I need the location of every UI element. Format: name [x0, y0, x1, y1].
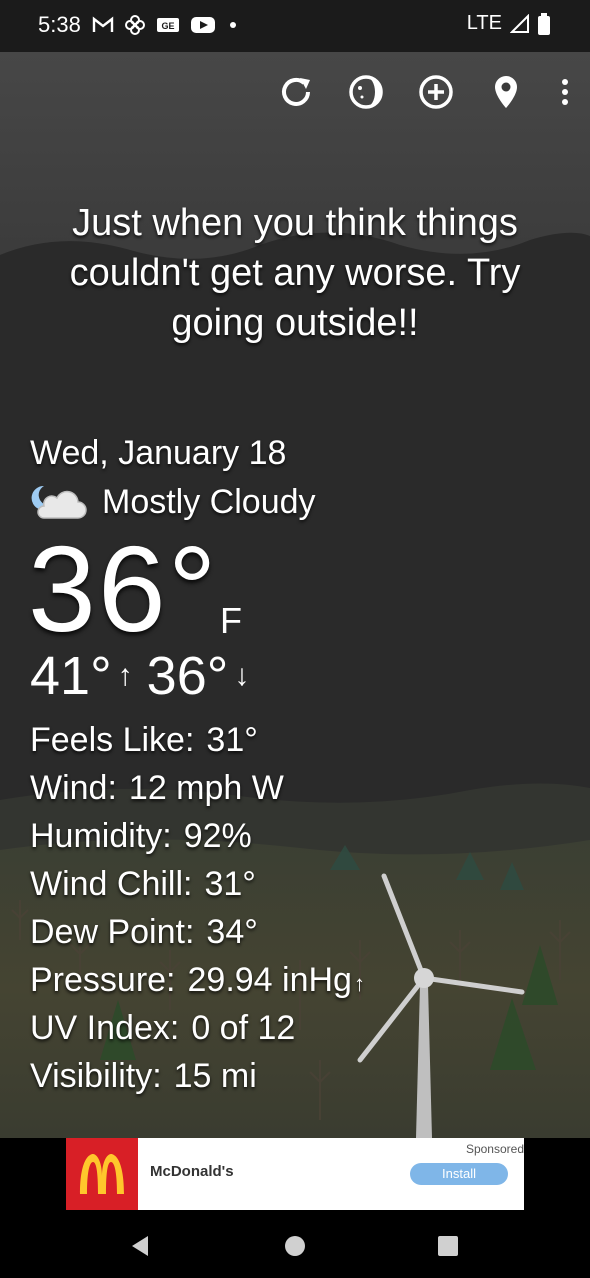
recents-button[interactable]	[432, 1230, 464, 1262]
detail-wind-chill: Wind Chill: 31°	[30, 860, 365, 908]
detail-label: Feels Like:	[30, 721, 195, 759]
moon-phase-icon	[349, 75, 383, 109]
condition-text: Mostly Cloudy	[102, 482, 316, 521]
more-vert-icon	[562, 79, 568, 105]
detail-label: UV Index:	[30, 1009, 180, 1047]
detail-label: Humidity:	[30, 817, 172, 855]
refresh-icon	[282, 77, 310, 106]
detail-value: 34°	[206, 913, 258, 951]
status-bar: 5:38 GE LTE	[0, 0, 590, 52]
detail-visibility: Visibility: 15 mi	[30, 1052, 365, 1100]
low-arrow-icon: ↓	[234, 659, 250, 692]
more-options-button[interactable]	[558, 72, 572, 112]
golden-arches-icon	[80, 1154, 124, 1194]
detail-humidity: Humidity: 92%	[30, 812, 365, 860]
pressure-trend-icon: ↑	[353, 971, 365, 996]
back-button[interactable]	[124, 1230, 156, 1262]
detail-value: 12 mph W	[128, 769, 284, 807]
location-pin-icon	[495, 76, 517, 108]
navigation-bar	[0, 1214, 590, 1278]
notification-icons: GE	[92, 14, 240, 36]
detail-feels-like: Feels Like: 31°	[30, 716, 365, 764]
pinwheel-icon	[125, 15, 145, 35]
detail-uv-index: UV Index: 0 of 12	[30, 1004, 365, 1052]
detail-pressure: Pressure: 29.94 inHg↑	[30, 956, 365, 1004]
detail-wind: Wind: 12 mph W	[30, 764, 365, 812]
mostly-cloudy-night-icon	[31, 485, 87, 519]
detail-label: Visibility:	[30, 1057, 162, 1095]
status-time: 5:38	[38, 12, 81, 37]
detail-label: Wind Chill:	[30, 865, 193, 903]
youtube-icon	[191, 17, 215, 33]
ad-sponsored-label: Sponsored	[465, 1142, 524, 1156]
mcdonalds-logo	[66, 1138, 138, 1210]
home-icon	[285, 1236, 305, 1256]
detail-label: Wind:	[30, 769, 117, 807]
detail-value: 92%	[183, 817, 252, 855]
ad-install-button[interactable]: Install	[410, 1163, 508, 1185]
location-button[interactable]	[488, 72, 524, 112]
headline-message: Just when you think things couldn't get …	[69, 202, 521, 344]
detail-dew-point: Dew Point: 34°	[30, 908, 365, 956]
back-icon	[132, 1236, 148, 1256]
detail-value: 31°	[204, 865, 256, 903]
detail-value: 29.94 inHg	[187, 961, 352, 999]
toolbar	[278, 72, 572, 112]
ad-bar: McDonald's Sponsored Install	[0, 1138, 590, 1214]
detail-value: 15 mi	[173, 1057, 257, 1095]
detail-value: 31°	[206, 721, 258, 759]
high-arrow-icon: ↑	[117, 659, 133, 692]
high-temp: 41°	[30, 646, 112, 706]
dot-icon	[230, 22, 236, 28]
current-temperature: 36°	[28, 521, 219, 657]
detail-label: Dew Point:	[30, 913, 195, 951]
weather-details: Feels Like: 31° Wind: 12 mph W Humidity: 92…	[30, 716, 365, 1100]
add-location-button[interactable]	[418, 72, 454, 112]
home-button[interactable]	[279, 1230, 311, 1262]
recents-icon	[438, 1236, 458, 1256]
condition-row: Mostly Cloudy	[30, 482, 316, 522]
gmail-icon	[92, 16, 114, 32]
forecast-date: Wed, January 18	[30, 434, 287, 472]
moon-phase-button[interactable]	[348, 72, 384, 112]
detail-label: Pressure:	[30, 961, 176, 999]
news-icon: GE	[157, 18, 179, 32]
refresh-button[interactable]	[278, 72, 314, 112]
low-temp: 36°	[146, 646, 229, 706]
ad-advertiser: McDonald's	[150, 1163, 234, 1180]
high-low: 41° ↑ 36° ↓	[30, 646, 263, 706]
battery-icon	[538, 12, 550, 35]
temperature-unit: F	[220, 600, 242, 641]
status-right: LTE	[467, 12, 550, 35]
ad-banner[interactable]: McDonald's Sponsored Install	[66, 1138, 524, 1210]
detail-value: 0 of 12	[191, 1009, 296, 1047]
svg-text:GE: GE	[161, 21, 174, 31]
add-location-icon	[419, 75, 453, 109]
network-type: LTE	[466, 12, 502, 34]
signal-icon	[510, 13, 529, 33]
